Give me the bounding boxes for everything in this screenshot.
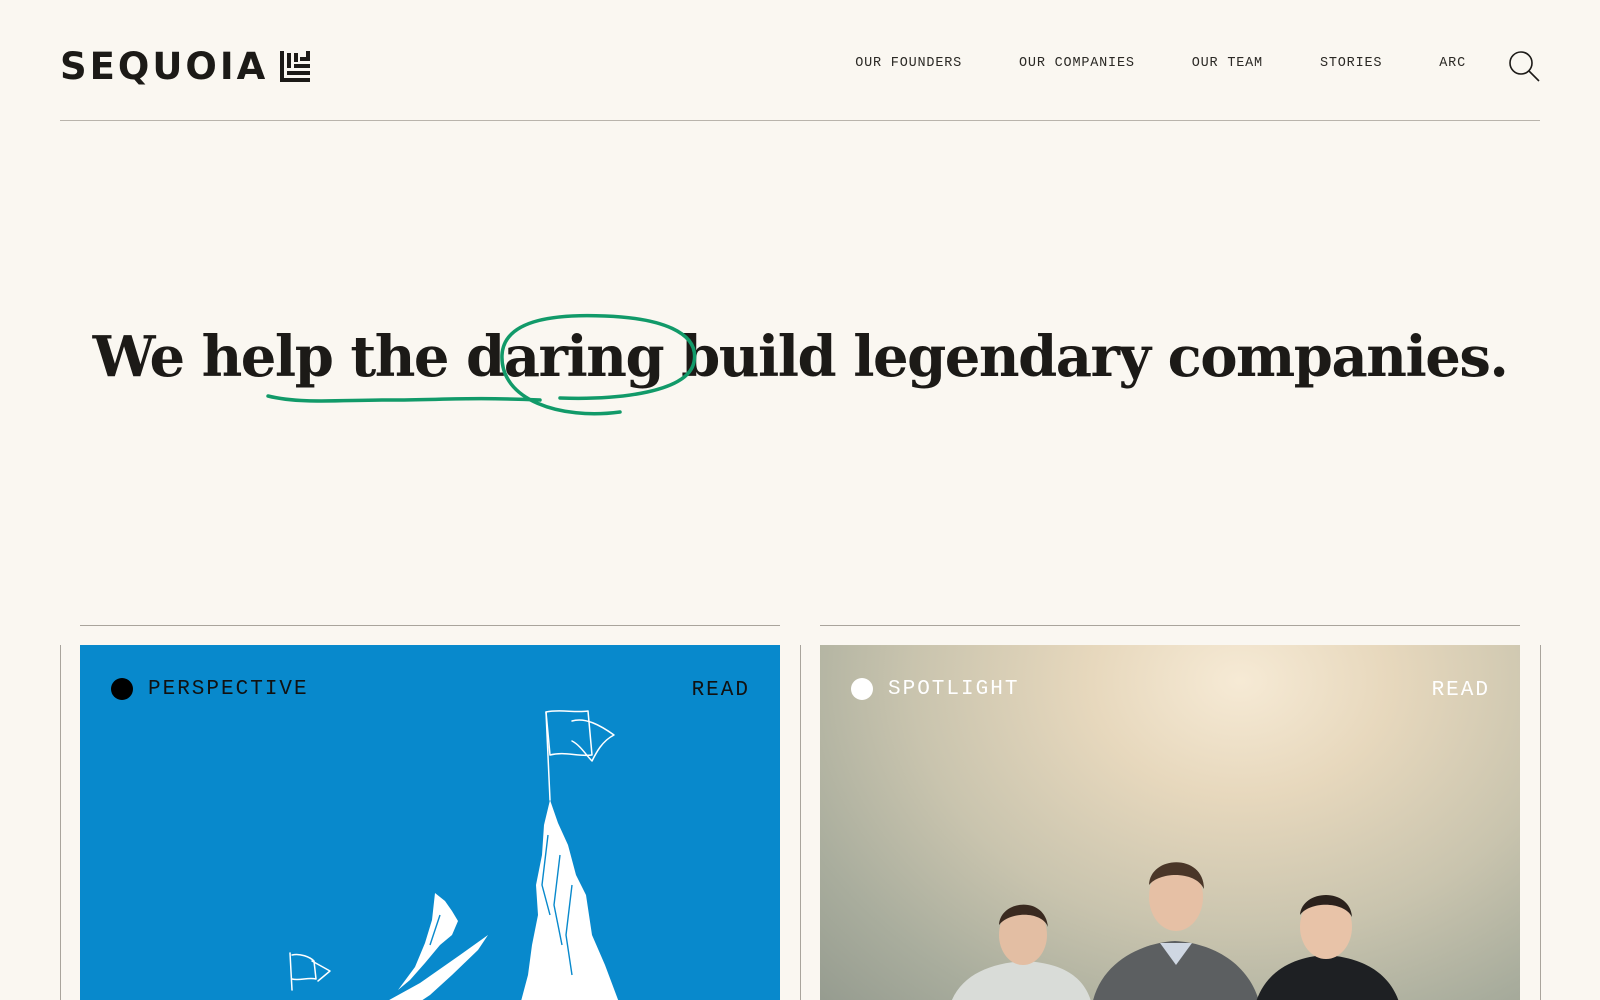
hero-headline: We help the daring build legendary compa…	[92, 324, 1509, 390]
right-column-rule	[1540, 645, 1541, 1000]
spotlight-card-container: SPOTLIGHT READ	[820, 625, 1520, 1000]
read-link[interactable]: READ	[1432, 680, 1490, 701]
left-column-rule	[60, 645, 61, 1000]
middle-column-rule	[800, 645, 801, 1000]
search-button[interactable]	[1508, 50, 1540, 82]
sequoia-tree-logo-icon	[280, 51, 311, 82]
nav-stories[interactable]: STORIES	[1320, 56, 1382, 71]
main-nav: OUR FOUNDERS OUR COMPANIES OUR TEAM STOR…	[855, 56, 1466, 71]
hero: We help the daring build legendary compa…	[0, 300, 1600, 440]
card-category: SPOTLIGHT	[851, 678, 1019, 700]
site-header: SEQUOIA OUR FOUNDERS OUR COMPANIES OUR T…	[60, 0, 1540, 121]
spotlight-card[interactable]: SPOTLIGHT READ	[820, 645, 1520, 1000]
card-category: PERSPECTIVE	[111, 678, 309, 700]
nav-our-companies[interactable]: OUR COMPANIES	[1019, 56, 1135, 71]
logo-wordmark: SEQUOIA	[60, 45, 269, 88]
nav-arc[interactable]: ARC	[1439, 56, 1466, 71]
perspective-card-container: PERSPECTIVE READ	[80, 625, 780, 1000]
nav-our-founders[interactable]: OUR FOUNDERS	[855, 56, 962, 71]
search-icon	[1509, 51, 1540, 82]
read-link[interactable]: READ	[692, 680, 750, 701]
category-label: PERSPECTIVE	[148, 677, 309, 701]
category-label: SPOTLIGHT	[888, 677, 1020, 701]
sequoia-logo[interactable]: SEQUOIA	[60, 45, 311, 88]
nav-our-team[interactable]: OUR TEAM	[1192, 56, 1263, 71]
category-dot-icon	[851, 678, 873, 700]
category-dot-icon	[111, 678, 133, 700]
perspective-card[interactable]: PERSPECTIVE READ	[80, 645, 780, 1000]
